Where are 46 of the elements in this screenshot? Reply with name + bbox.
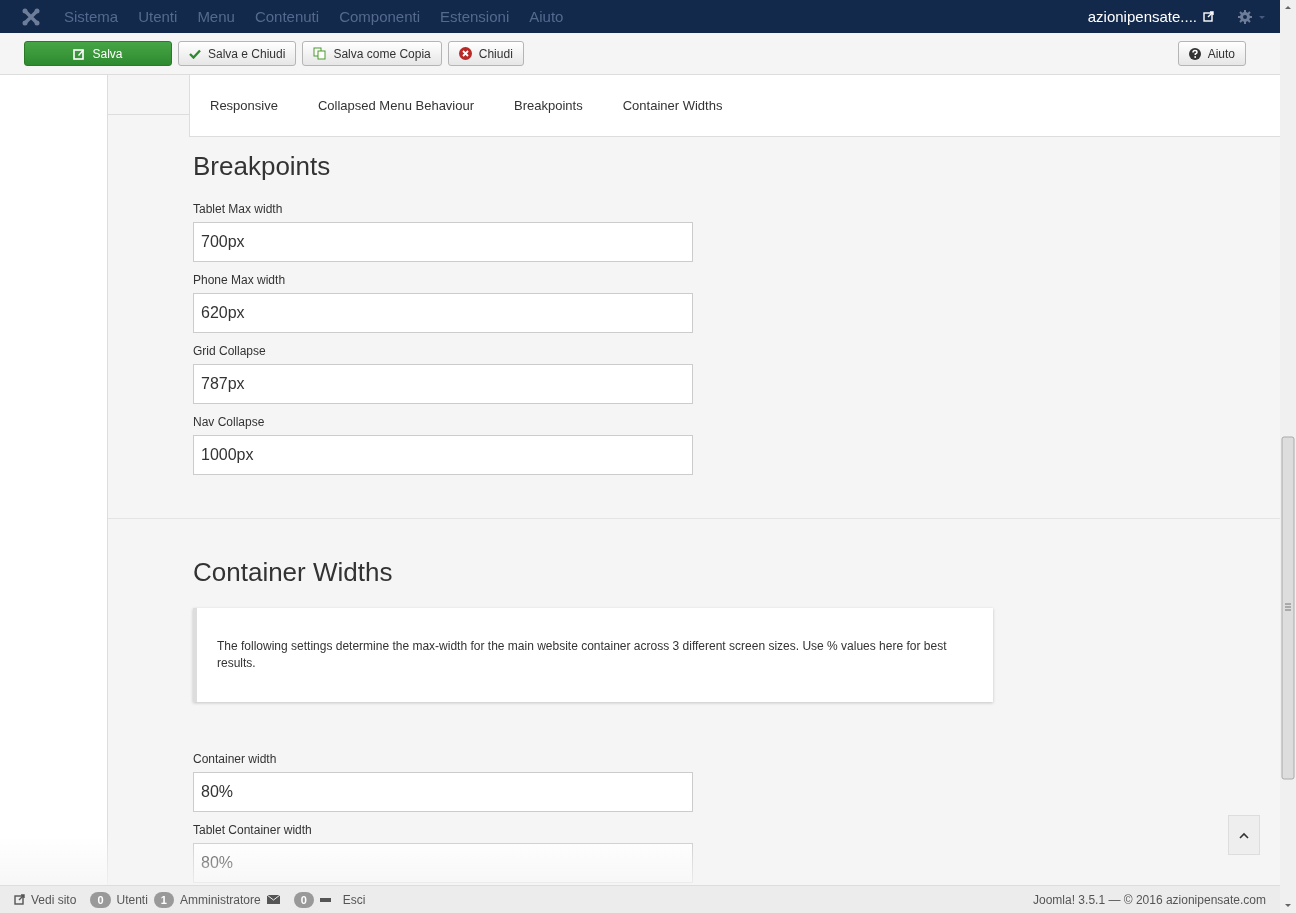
settings-tab[interactable]: Responsive	[210, 98, 278, 113]
field-label: Tablet Max width	[193, 202, 283, 216]
close-icon	[458, 47, 472, 60]
minus-icon	[319, 897, 331, 902]
edit-icon	[73, 47, 86, 60]
section-heading: Container Widths	[193, 557, 394, 588]
joomla-logo-icon[interactable]	[22, 7, 40, 26]
logout-link[interactable]: Esci	[342, 892, 366, 907]
field-label: Phone Max width	[193, 273, 286, 287]
admins-label: Amministratore	[180, 892, 261, 907]
count-badge: 1	[153, 891, 174, 908]
view-site-link[interactable]: Vedi sito	[14, 892, 77, 907]
text-input[interactable]: 787px	[193, 364, 693, 404]
settings-icon[interactable]	[1238, 9, 1266, 24]
field-label: Tablet Container width	[193, 823, 312, 837]
users-label: Utenti	[116, 892, 148, 907]
field-label: Nav Collapse	[193, 415, 265, 429]
count-badge: 0	[293, 891, 314, 908]
info-note: The following settings determine the max-width for the main website container across 3 different screen sizes. Use % values here for best results.	[193, 608, 993, 702]
check-icon	[189, 48, 201, 59]
count-badge: 0	[90, 891, 111, 908]
external-link-icon	[14, 894, 25, 905]
settings-tab[interactable]: Container Widths	[622, 98, 723, 113]
help-button[interactable]: Aiuto	[1177, 41, 1246, 66]
settings-tab[interactable]: Breakpoints	[514, 98, 583, 113]
section-heading: Breakpoints	[193, 151, 332, 182]
scrollbar-drawing[interactable]	[1280, 0, 1296, 913]
envelope-icon[interactable]	[266, 895, 280, 904]
field-label: Grid Collapse	[193, 344, 266, 358]
help-icon	[1188, 47, 1201, 60]
text-input[interactable]: 80%	[193, 843, 693, 883]
save-button[interactable]: Salva	[24, 41, 172, 66]
close-button[interactable]: Chiudi	[447, 41, 524, 66]
save-and-close-button[interactable]: Salva e Chiudi	[178, 41, 297, 66]
copy-icon	[313, 47, 327, 60]
text-input[interactable]: 1000px	[193, 435, 693, 475]
text-input[interactable]: 700px	[193, 222, 693, 262]
settings-tab[interactable]: Collapsed Menu Behaviour	[317, 98, 475, 113]
text-input[interactable]: 620px	[193, 293, 693, 333]
site-link[interactable]: azionipensate....	[1087, 8, 1214, 25]
version-text: Joomla! 3.5.1 — © 2016 azionipensate.com	[1033, 892, 1266, 907]
text-input[interactable]: 80%	[193, 772, 693, 812]
save-as-copy-button[interactable]: Salva come Copia	[302, 41, 442, 66]
chevron-up-icon	[1239, 831, 1249, 839]
field-label: Container width	[193, 752, 277, 766]
external-link-icon	[1203, 11, 1214, 22]
